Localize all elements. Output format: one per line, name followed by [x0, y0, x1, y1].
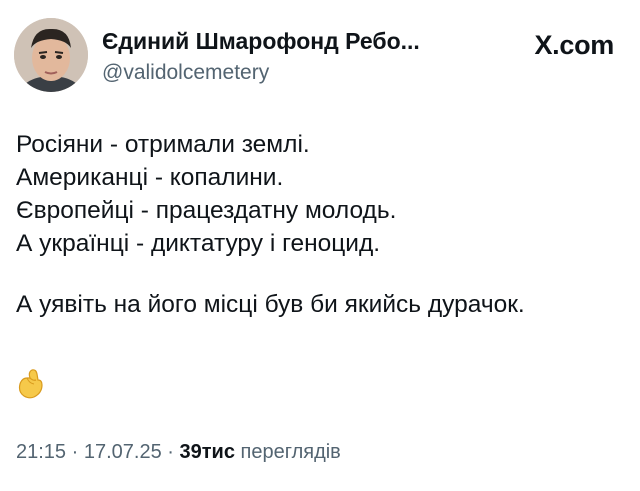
- avatar-photo-icon: [14, 18, 88, 92]
- tweet-meta: 21:15 · 17.07.25 · 39тис переглядів: [16, 441, 341, 464]
- meta-separator: ·: [161, 441, 180, 463]
- tweet-date[interactable]: 17.07.25: [84, 441, 162, 463]
- tweet-line: А українці - диктатуру і геноцид.: [16, 230, 381, 257]
- author-display-name[interactable]: Єдиний Шмарофонд Ребо...: [102, 28, 420, 55]
- tweet-time[interactable]: 21:15: [16, 441, 66, 463]
- view-count[interactable]: 39тис: [179, 441, 234, 463]
- brand-domain: X.com: [534, 30, 614, 60]
- tweet-line: Росіяни - отримали землі.: [16, 131, 310, 158]
- tweet-body: Росіяни - отримали землі. Американці - к…: [16, 128, 626, 321]
- tweet-line: Американці - копалини.: [16, 164, 284, 191]
- view-count-label: переглядів: [234, 441, 341, 463]
- brand-domain-text: X.com: [534, 29, 614, 60]
- pinching-hand-icon: [14, 366, 48, 400]
- tweet-closing-line: А уявіть на його місці був би якийсь дур…: [16, 291, 525, 318]
- tweet-card: Єдиний Шмарофонд Ребо... @validolcemeter…: [0, 0, 640, 491]
- avatar[interactable]: [14, 18, 88, 92]
- tweet-line: Європейці - працездатну молодь.: [16, 197, 397, 224]
- tweet-header: Єдиний Шмарофонд Ребо... @validolcemeter…: [14, 16, 626, 96]
- author-handle[interactable]: @validolcemetery: [102, 61, 269, 85]
- meta-separator: ·: [66, 441, 84, 463]
